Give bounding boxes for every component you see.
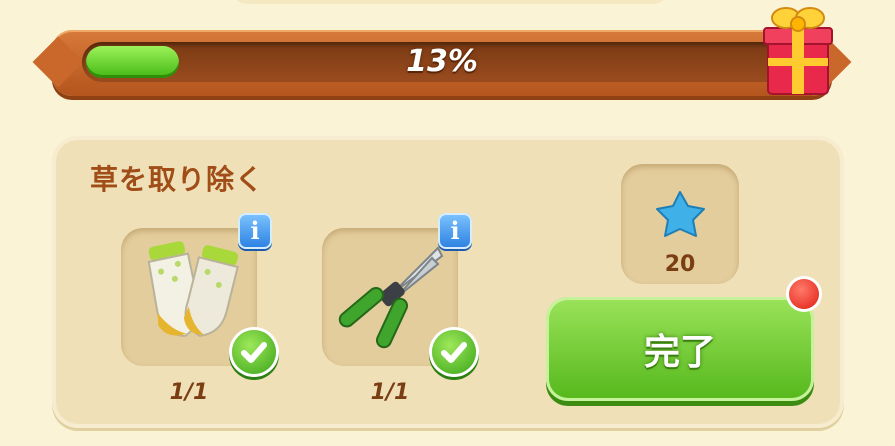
gift-box-icon[interactable] <box>760 2 836 98</box>
complete-button[interactable]: 完了 <box>546 297 814 401</box>
progress-percent: 13% <box>406 44 478 79</box>
blue-star-icon <box>656 191 705 237</box>
check-icon <box>432 330 476 374</box>
item-count-shears: 1/1 <box>370 380 410 405</box>
reward-amount: 20 <box>664 252 696 277</box>
notification-dot <box>789 279 819 309</box>
progress-track: 13% <box>82 42 802 82</box>
top-panel-edge <box>230 0 670 4</box>
check-icon <box>232 330 276 374</box>
info-button-shears[interactable]: i <box>438 213 472 249</box>
item-count-gloves: 1/1 <box>169 380 209 405</box>
info-button-gloves[interactable]: i <box>238 213 272 249</box>
task-title: 草を取り除く <box>90 163 265 196</box>
progress-bar: 13% <box>52 30 832 96</box>
